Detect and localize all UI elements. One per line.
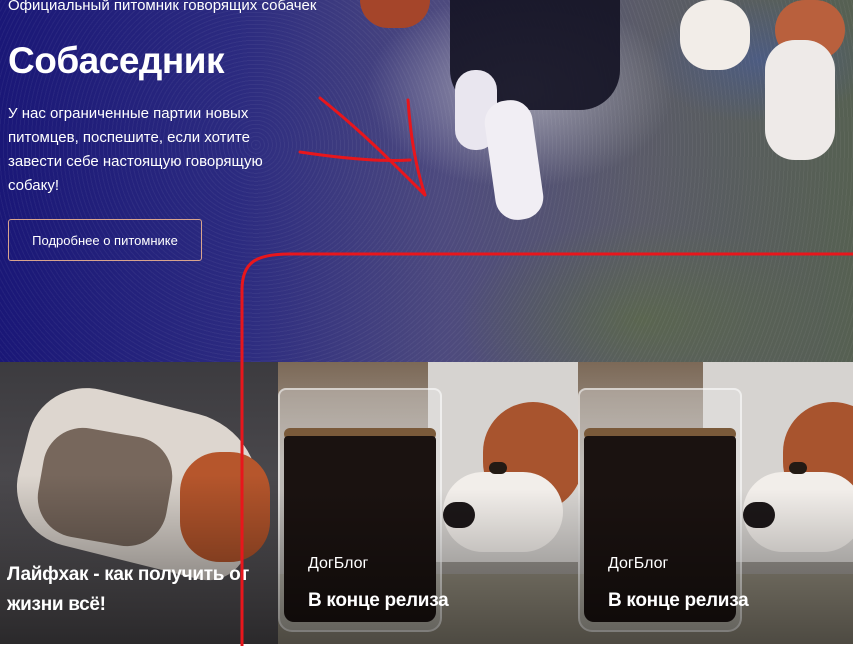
more-about-kennel-button[interactable]: Подробнее о питомнике (8, 219, 202, 261)
blog-card-release[interactable]: ДогБлог В конце релиза (278, 362, 578, 644)
blog-card-release-2[interactable]: ДогБлог В конце релиза (578, 362, 853, 644)
card-category[interactable]: ДогБлог (608, 555, 668, 573)
card-title[interactable]: В конце релиза (308, 590, 449, 612)
dog-right-photo (670, 0, 853, 160)
hero-tagline: Официальный питомник говорящих собачек (8, 0, 317, 14)
hero-banner: Официальный питомник говорящих собачек С… (0, 0, 853, 362)
card-title[interactable]: Лайфхак - как получить от жизни всё! (7, 560, 267, 620)
card-title[interactable]: В конце релиза (608, 590, 749, 612)
blog-cards: Лайфхак - как получить от жизни всё! Дог… (0, 362, 853, 644)
blog-card-lifehack[interactable]: Лайфхак - как получить от жизни всё! (0, 362, 278, 644)
hero-description: У нас ограниченные партии новых питомцев… (8, 105, 263, 194)
hero-title: Собаседник (8, 40, 225, 81)
dog-legs-photo (440, 0, 640, 230)
card-category[interactable]: ДогБлог (308, 555, 368, 573)
